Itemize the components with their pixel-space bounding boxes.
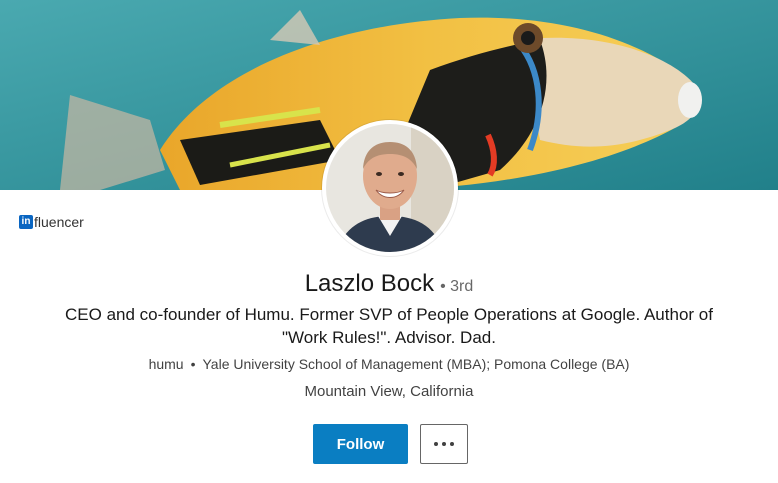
influencer-label: fluencer (34, 214, 84, 230)
company-link[interactable]: humu (149, 356, 184, 372)
education-link[interactable]: Yale University School of Management (MB… (203, 356, 630, 372)
profile-headline: CEO and co-founder of Humu. Former SVP o… (65, 305, 713, 347)
more-actions-button[interactable] (420, 424, 468, 464)
follow-button[interactable]: Follow (313, 424, 408, 464)
company-education-row: humu • Yale University School of Managemen… (0, 356, 778, 372)
influencer-badge: in fluencer (19, 214, 84, 230)
avatar[interactable] (322, 120, 458, 256)
linkedin-in-icon: in (19, 215, 33, 229)
profile-photo (326, 124, 454, 252)
separator-dot: • (190, 356, 196, 372)
profile-name: Laszlo Bock (304, 270, 435, 297)
profile-location: Mountain View, California (304, 383, 474, 400)
more-horizontal-icon (442, 442, 446, 446)
more-horizontal-icon (450, 442, 454, 446)
name-row: Laszlo Bock • 3rd (0, 270, 778, 298)
connection-degree: • 3rd (440, 278, 474, 295)
more-horizontal-icon (434, 442, 438, 446)
